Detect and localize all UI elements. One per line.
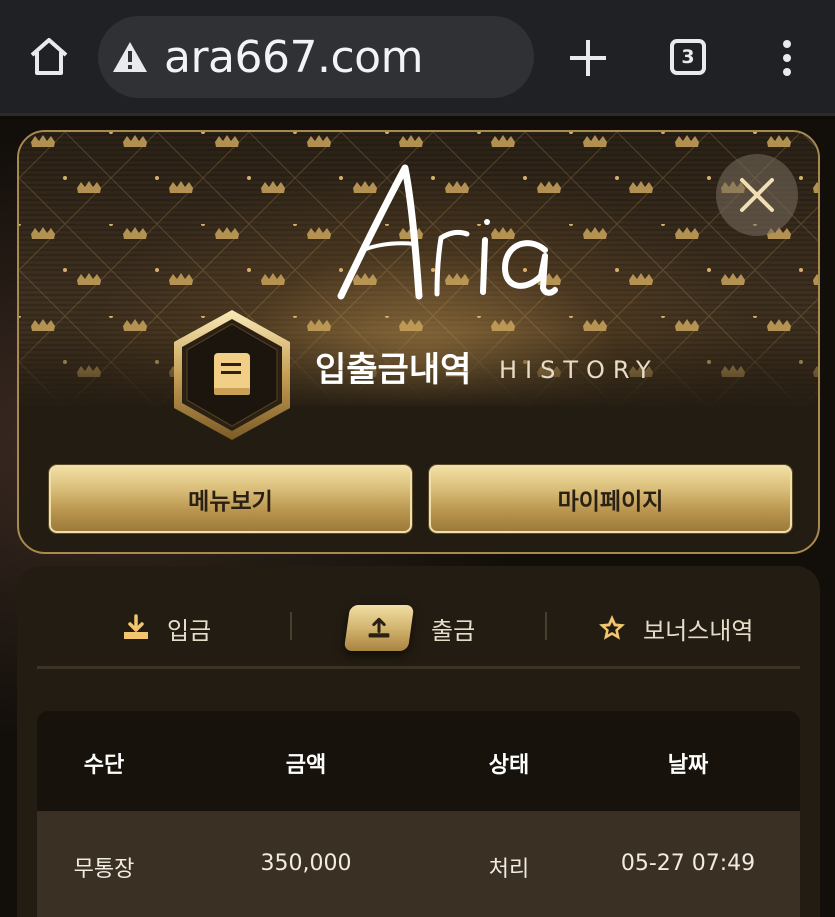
url-text: ara667.com xyxy=(164,32,423,83)
cell-amount: 350,000 xyxy=(260,851,352,876)
history-content-card: 입금 출금 보너스내역 수단 금액 상태 날짜 무통장 350,000 처리 0… xyxy=(17,566,820,917)
menu-button[interactable]: 메뉴보기 xyxy=(49,465,412,533)
tab-switcher-button[interactable]: 3 xyxy=(670,39,706,75)
star-icon xyxy=(599,615,625,640)
cell-method: 무통장 xyxy=(73,857,135,882)
more-menu-icon[interactable] xyxy=(778,38,796,78)
download-icon xyxy=(124,614,148,639)
history-table: 수단 금액 상태 날짜 무통장 350,000 처리 05-27 07:49 xyxy=(37,711,800,917)
page-title: 입출금내역 xyxy=(315,350,472,390)
address-bar[interactable]: ara667.com xyxy=(98,16,534,98)
column-header-date: 날짜 xyxy=(667,753,709,778)
history-tabs: 입금 출금 보너스내역 xyxy=(17,566,820,666)
tabs-divider xyxy=(37,666,800,669)
tab-bonus-history[interactable]: 보너스내역 xyxy=(597,600,753,656)
book-icon xyxy=(214,353,250,395)
aria-logo xyxy=(337,164,558,300)
history-header-card: 입출금내역 HISTORY 메뉴보기 마이페이지 xyxy=(17,130,820,554)
upload-icon xyxy=(368,617,390,638)
cell-date: 05-27 07:49 xyxy=(620,851,756,876)
new-tab-icon[interactable] xyxy=(568,38,608,78)
table-header: 수단 금액 상태 날짜 xyxy=(37,711,800,813)
mypage-button[interactable]: 마이페이지 xyxy=(429,465,792,533)
warning-icon[interactable] xyxy=(112,41,148,73)
tab-deposit[interactable]: 입금 xyxy=(121,600,211,656)
close-button[interactable] xyxy=(716,154,798,236)
column-header-method: 수단 xyxy=(83,753,125,778)
table-row[interactable]: 무통장 350,000 처리 05-27 07:49 xyxy=(37,813,800,917)
cell-status: 처리 xyxy=(488,857,530,882)
column-header-amount: 금액 xyxy=(285,753,327,778)
tab-withdraw[interactable]: 출금 xyxy=(343,600,476,656)
history-book-badge xyxy=(174,310,290,440)
tab-withdraw-label: 출금 xyxy=(431,616,476,645)
close-icon xyxy=(740,178,774,212)
column-header-status: 상태 xyxy=(488,753,530,778)
tab-count: 3 xyxy=(681,46,695,68)
tab-deposit-label: 입금 xyxy=(167,616,212,645)
browser-toolbar: ara667.com 3 xyxy=(0,0,835,116)
home-icon[interactable] xyxy=(28,36,70,78)
tab-bonus-label: 보너스내역 xyxy=(643,616,754,645)
page-subtitle: HISTORY xyxy=(499,356,659,384)
